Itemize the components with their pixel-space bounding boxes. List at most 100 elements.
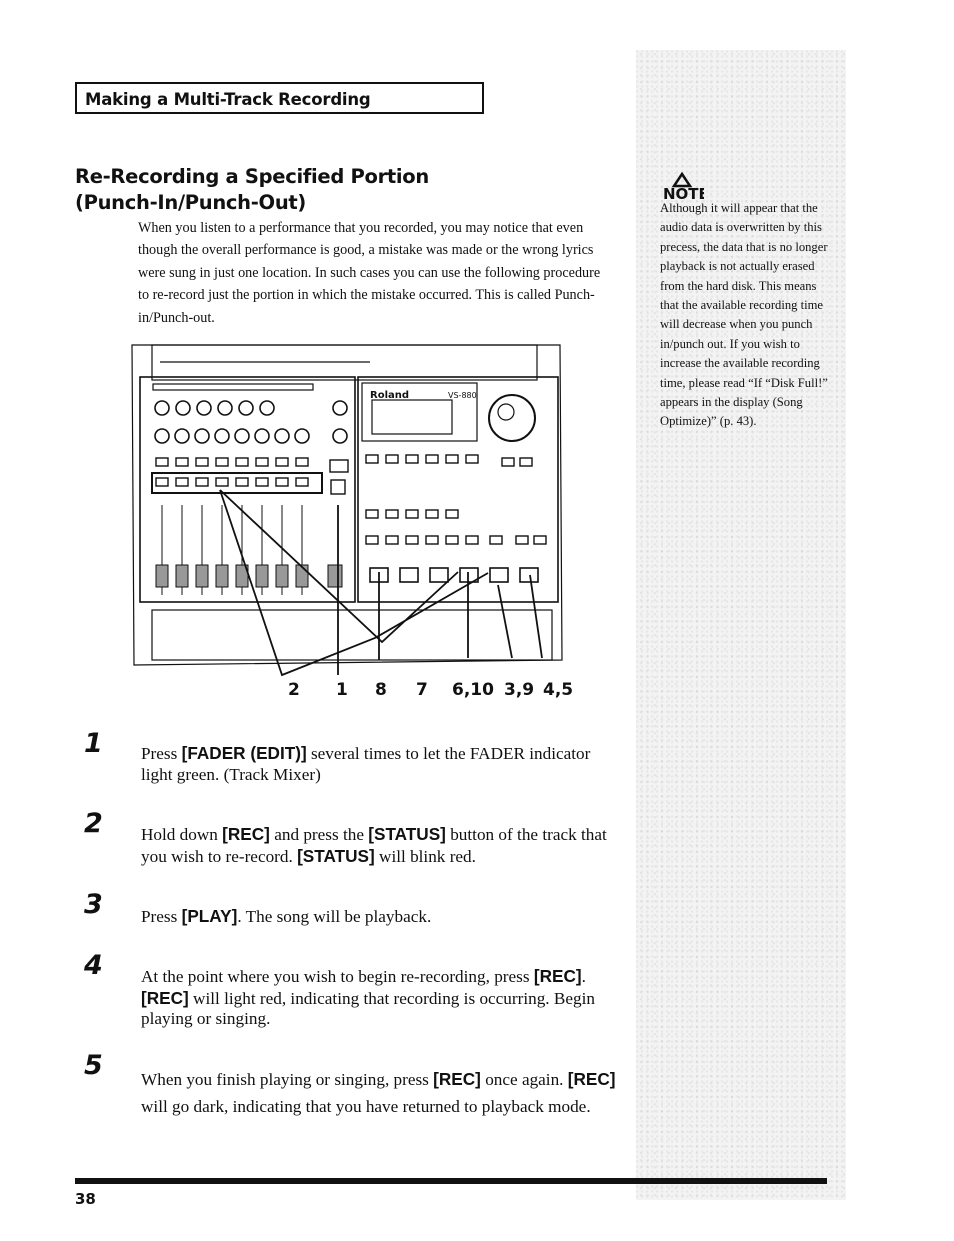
device-diagram: Roland VS-880 [131,344,563,677]
page-number: 38 [75,1190,96,1208]
status-button-icon [155,477,169,487]
step-number: 5 [84,1050,103,1081]
button-reference: [REC] [141,987,189,1008]
callout-label: 6,10 [452,680,494,700]
transport-button-icon [489,567,509,583]
button-reference: [REC] [567,1069,616,1089]
knob-icon [274,428,290,444]
edit-button-icon [445,454,459,464]
step-text: Hold down [REC] and press the [STATUS] b… [141,824,621,867]
callout-label: 4,5 [543,680,574,700]
step-text-segment: Press [141,907,182,926]
callout-labels: 2 1 8 7 6,10 3,9 4,5 [270,680,590,706]
knob-icon [332,428,348,444]
fader-knob-icon [215,564,229,588]
select-button-icon [175,457,189,467]
control-button-icon [501,457,515,467]
section-header: Making a Multi-Track Recording [85,90,371,109]
title-line-2: (Punch-In/Punch-Out) [75,191,307,214]
step-number: 2 [84,808,103,839]
marker-button-icon [425,535,439,545]
select-button-icon [295,457,309,467]
fader-knob-icon [195,564,209,588]
step-text-segment: Press [141,744,182,763]
status-button-icon [275,477,289,487]
knob-icon [196,400,212,416]
marker-button-icon [445,535,459,545]
marker-button-icon [405,535,419,545]
edit-button-icon [385,454,399,464]
edit-button-icon [365,454,379,464]
step-text: When you finish playing or singing, pres… [141,1066,621,1120]
knob-icon [259,400,275,416]
fader-knob-icon [175,564,189,588]
edit-button-icon [465,454,479,464]
marker-button-icon [365,535,379,545]
knob-icon [175,400,191,416]
step-text-segment: Hold down [141,825,223,844]
locator-button-icon [405,509,419,519]
fader-edit-button-icon [330,479,346,495]
button-reference: [REC] [433,1069,481,1089]
select-button-icon [275,457,289,467]
callout-label: 8 [375,680,387,700]
status-button-icon [235,477,249,487]
callout-label: 1 [336,680,348,700]
knob-icon [154,428,170,444]
locator-button-icon [385,509,399,519]
fader-knob-icon [255,564,269,588]
status-button-icon [175,477,189,487]
step-number: 3 [84,889,103,920]
section-header-box: Making a Multi-Track Recording [75,82,484,114]
marker-button-icon [465,535,479,545]
front-lip [151,609,553,661]
preview-button-icon [515,535,529,545]
step-text: Press [FADER (EDIT)] several times to le… [141,743,621,785]
step-text-segment: . [581,967,586,986]
step-text: Press [PLAY]. The song will be playback. [141,906,621,928]
preview-button-icon [533,535,547,545]
step-text-segment: will light red, indicating that recordin… [141,988,595,1029]
edit-button-icon [425,454,439,464]
step-number: 1 [84,728,103,759]
select-button-icon [215,457,229,467]
transport-button-icon [399,567,419,583]
knob-icon [234,428,250,444]
ez-routing-button-icon [329,459,349,473]
step-text-segment: will blink red. [374,846,476,866]
preview-button-icon [489,535,503,545]
select-button-icon [235,457,249,467]
device-outline [131,344,563,666]
button-reference: [STATUS] [368,824,446,844]
button-reference: [REC] [533,966,582,986]
knob-icon [174,428,190,444]
control-button-icon [519,457,533,467]
button-reference: [PLAY] [181,906,238,926]
model-label: VS-880 [448,391,477,400]
title-line-1: Re-Recording a Specified Portion [75,165,429,188]
knob-icon [238,400,254,416]
note-text: Although it will appear that the audio d… [660,201,828,429]
brand-logo: Roland [370,390,409,401]
step-number: 4 [84,950,103,981]
knob-icon [254,428,270,444]
marker-button-icon [385,535,399,545]
input-label-bar [152,383,314,391]
select-button-icon [155,457,169,467]
locator-button-icon [365,509,379,519]
button-reference: [REC] [222,824,270,844]
knob-icon [154,400,170,416]
button-reference: [FADER (EDIT)] [181,743,307,763]
note-icon: NOTE [663,172,704,202]
locator-button-icon [425,509,439,519]
locator-button-icon [445,509,459,519]
footer-rule [75,1178,827,1184]
status-button-icon [295,477,309,487]
intro-paragraph: When you listen to a performance that yo… [138,220,601,326]
status-button-icon [215,477,229,487]
button-reference: [STATUS] [297,845,375,866]
fader-knob-icon [155,564,169,588]
step-text-segment: once again. [480,1070,568,1089]
fader-knob-icon [275,564,289,588]
step-text-segment: will go dark, indicating that you have r… [141,1097,591,1116]
